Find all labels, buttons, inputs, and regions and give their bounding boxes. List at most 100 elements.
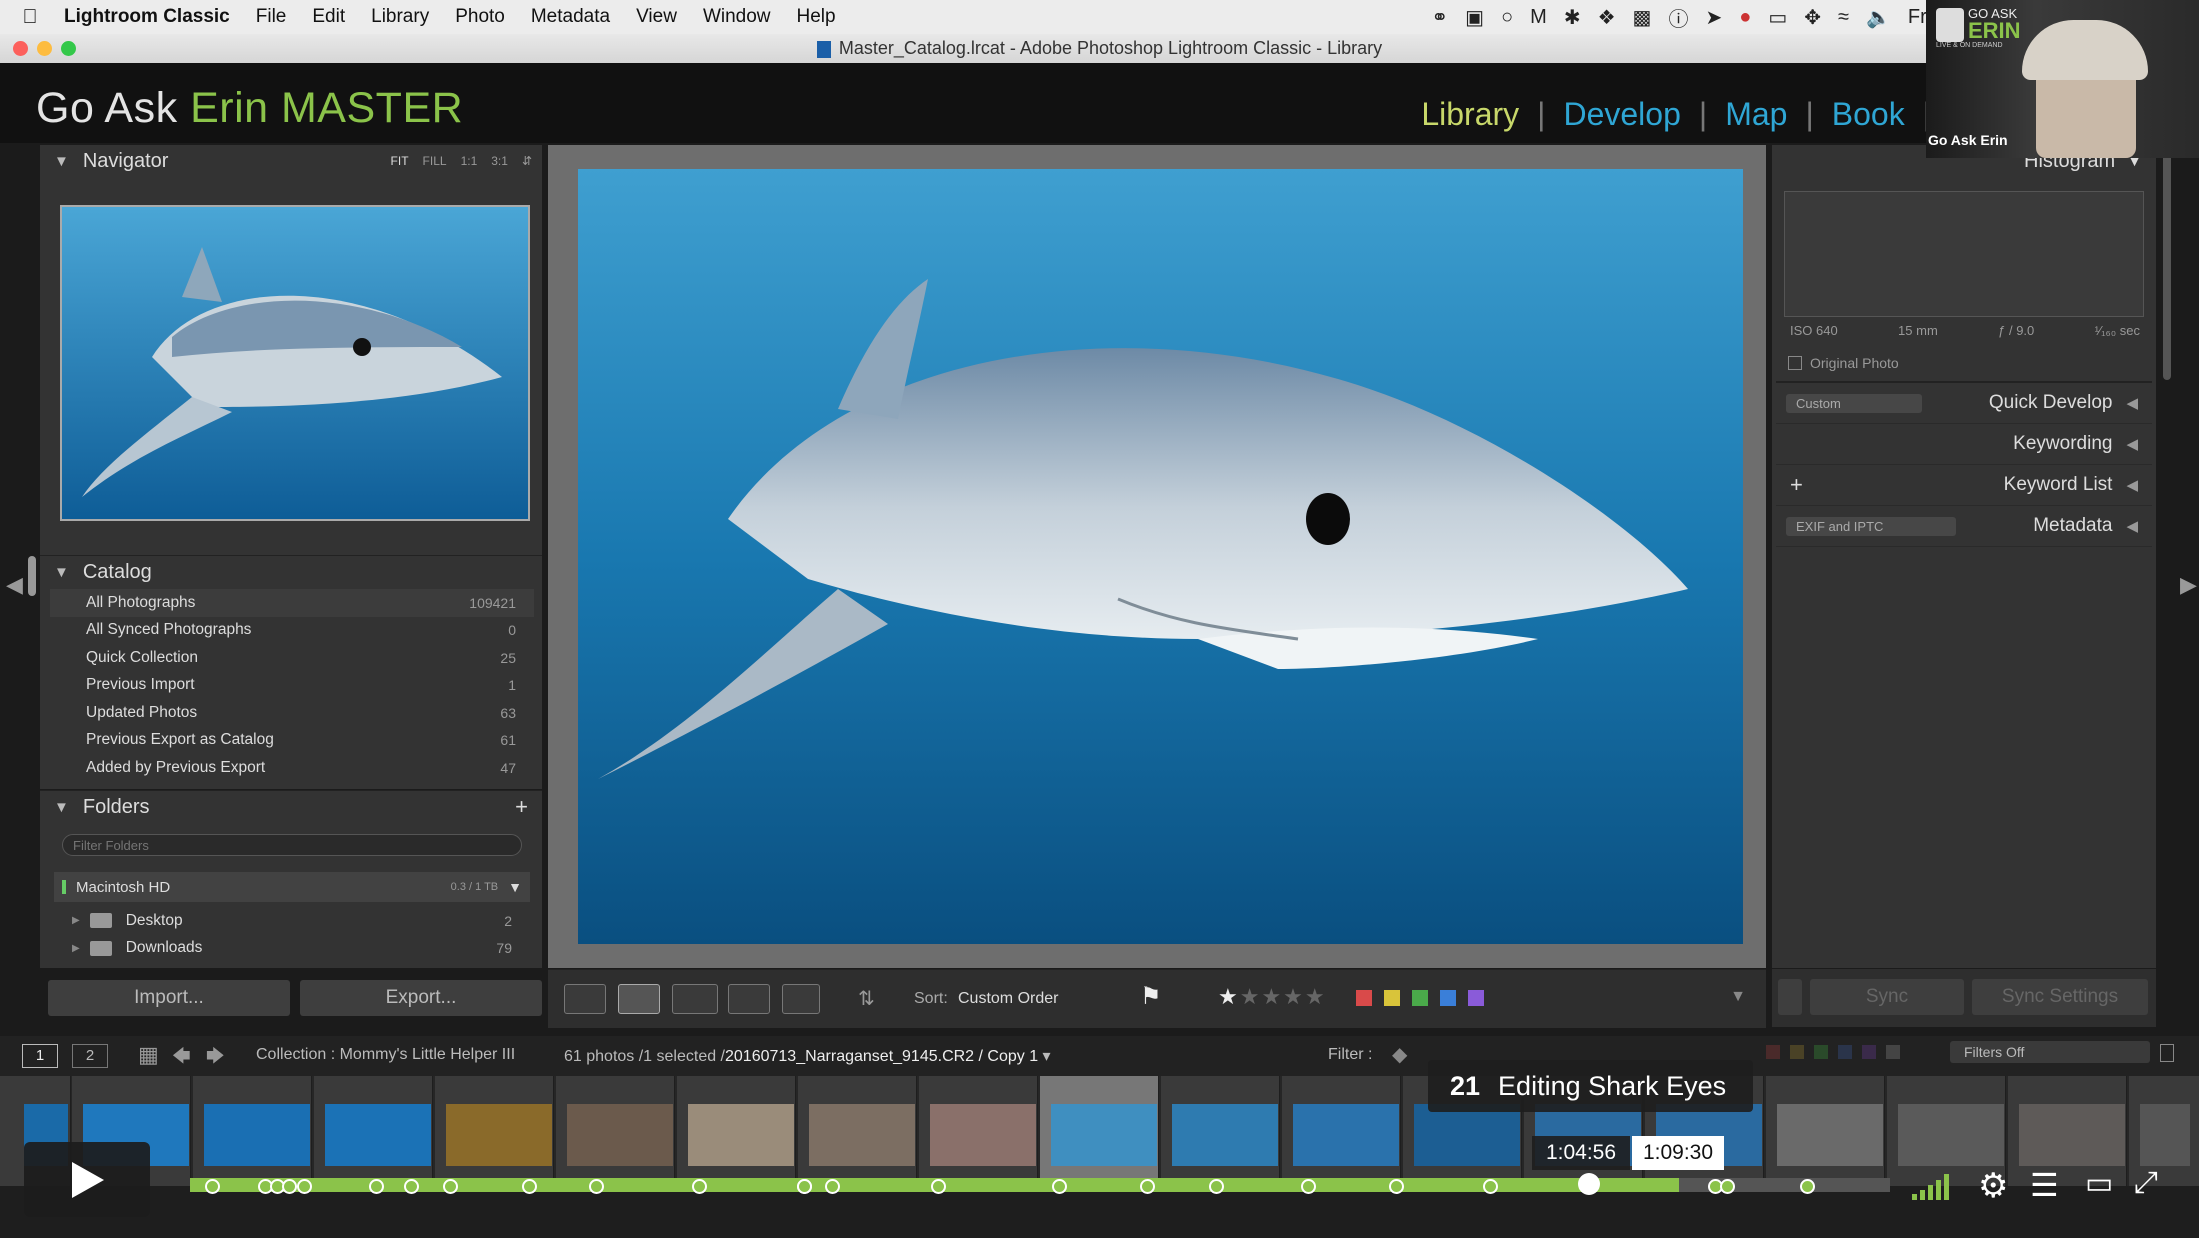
people-view-icon[interactable]	[782, 984, 820, 1014]
back-arrow-icon[interactable]: 🡄	[172, 1044, 191, 1074]
arrow-app-icon[interactable]: ➤	[1705, 5, 1722, 30]
import-button[interactable]: Import...	[48, 980, 290, 1016]
module-map[interactable]: Map	[1725, 96, 1787, 133]
catalog-row[interactable]: Updated Photos 63	[50, 699, 534, 727]
add-folder-icon[interactable]: +	[515, 794, 528, 820]
zoom-fit[interactable]: FIT	[391, 154, 409, 168]
settings-gear-icon[interactable]: ⚙	[1978, 1166, 2008, 1206]
filmstrip-thumbnail[interactable]	[435, 1076, 554, 1186]
chapter-marker[interactable]	[443, 1179, 458, 1194]
wifi-icon[interactable]: ≈	[1838, 6, 1849, 29]
primary-display-button[interactable]: 1	[22, 1044, 58, 1068]
forward-arrow-icon[interactable]: 🡆	[206, 1044, 225, 1074]
collapse-triangle-icon[interactable]: ▼	[54, 799, 69, 816]
sync-settings-button[interactable]: Sync Settings	[1972, 979, 2148, 1015]
gray-filter-icon[interactable]	[1886, 1045, 1900, 1059]
blue-label-icon[interactable]	[1440, 990, 1456, 1006]
menu-photo[interactable]: Photo	[442, 6, 518, 28]
volume-header[interactable]: Macintosh HD 0.3 / 1 TB ▼	[54, 872, 530, 902]
module-library[interactable]: Library	[1421, 96, 1519, 133]
volume-icon[interactable]: 🔈	[1866, 5, 1891, 30]
chapter-marker[interactable]	[282, 1179, 297, 1194]
grid-view-icon[interactable]	[564, 984, 606, 1014]
toolbar-menu-icon[interactable]: ▼	[1730, 988, 1746, 1006]
minimize-window-button[interactable]	[37, 41, 52, 56]
folder-row[interactable]: ▶ Downloads 79	[54, 935, 530, 963]
catalog-row[interactable]: All Photographs 109421	[50, 589, 534, 617]
catalog-row[interactable]: Quick Collection 25	[50, 644, 534, 672]
close-window-button[interactable]	[13, 41, 28, 56]
expand-triangle-icon[interactable]: ▶	[72, 915, 80, 926]
secondary-display-button[interactable]: 2	[72, 1044, 108, 1068]
survey-view-icon[interactable]	[728, 984, 770, 1014]
collapse-arrow-icon[interactable]: ◀	[2126, 517, 2138, 535]
flag-filter-icon[interactable]: ◆	[1392, 1042, 1407, 1067]
histogram-graph[interactable]	[1784, 191, 2144, 317]
collapse-arrow-icon[interactable]: ◀	[2126, 435, 2138, 453]
collapse-triangle-icon[interactable]: ▼	[54, 153, 69, 170]
filter-lock-icon[interactable]	[2160, 1044, 2174, 1062]
module-develop[interactable]: Develop	[1563, 96, 1680, 133]
yellow-label-icon[interactable]	[1384, 990, 1400, 1006]
bluetooth-icon[interactable]: ✱	[1564, 5, 1581, 30]
filmstrip-thumbnail[interactable]	[1161, 1076, 1280, 1186]
menu-app[interactable]: Lightroom Classic	[50, 6, 243, 28]
zoom-3-1[interactable]: 3:1	[491, 154, 508, 168]
playhead[interactable]	[1578, 1173, 1600, 1195]
zoom-stepper-icon[interactable]: ⇵	[522, 154, 532, 168]
chapter-marker[interactable]	[1052, 1179, 1067, 1194]
screenshot-icon[interactable]: ▩	[1633, 5, 1652, 30]
chapter-marker[interactable]	[797, 1179, 812, 1194]
filmstrip-thumbnail[interactable]	[1282, 1076, 1401, 1186]
airplay-video-icon[interactable]: ▭	[2085, 1166, 2113, 1201]
quick-develop-header[interactable]: Custom Quick Develop ◀	[1776, 383, 2152, 424]
keywording-header[interactable]: Keywording ◀	[1776, 424, 2152, 465]
menu-view[interactable]: View	[623, 6, 690, 28]
chapter-marker[interactable]	[369, 1179, 384, 1194]
export-button[interactable]: Export...	[300, 980, 542, 1016]
filmstrip-thumbnail[interactable]	[677, 1076, 796, 1186]
green-filter-icon[interactable]	[1814, 1045, 1828, 1059]
green-label-icon[interactable]	[1412, 990, 1428, 1006]
loupe-view-icon[interactable]	[618, 984, 660, 1014]
original-photo-toggle[interactable]: Original Photo	[1788, 355, 1899, 371]
catalog-row[interactable]: All Synced Photographs 0	[50, 617, 534, 645]
chapter-marker[interactable]	[825, 1179, 840, 1194]
sync-button[interactable]: Sync	[1810, 979, 1964, 1015]
metadata-preset-select[interactable]: EXIF and IPTC	[1786, 516, 1956, 536]
zoom-window-button[interactable]	[61, 41, 76, 56]
collapse-triangle-icon[interactable]: ▼	[54, 564, 69, 581]
apple-icon[interactable]: 	[10, 6, 50, 29]
flag-icon[interactable]: ⚑	[1140, 982, 1162, 1011]
loupe-view[interactable]	[548, 145, 1766, 968]
creative-cloud-icon[interactable]: ⚭	[1431, 5, 1448, 30]
catalog-row[interactable]: Previous Export as Catalog 61	[50, 727, 534, 755]
sort-direction-icon[interactable]: ⇅	[858, 986, 875, 1011]
airplay-icon[interactable]: ▭	[1768, 5, 1787, 30]
module-book[interactable]: Book	[1832, 96, 1905, 133]
red-filter-icon[interactable]	[1766, 1045, 1780, 1059]
chapter-marker[interactable]	[692, 1179, 707, 1194]
filmstrip-thumbnail[interactable]	[314, 1076, 433, 1186]
filmstrip-thumbnail[interactable]	[798, 1076, 917, 1186]
folder-row[interactable]: ▶ Desktop 2	[54, 907, 530, 935]
move-icon[interactable]: ✥	[1804, 5, 1821, 30]
grid-icon[interactable]: ▦	[138, 1042, 159, 1068]
dropbox-icon[interactable]: ❖	[1598, 5, 1616, 30]
left-panel-toggle-icon[interactable]: ◀	[6, 572, 23, 598]
menu-file[interactable]: File	[243, 6, 300, 28]
right-panel-toggle-icon[interactable]: ▶	[2180, 572, 2197, 598]
navigator-preview[interactable]	[60, 205, 530, 521]
left-panel-scrollbar[interactable]	[28, 556, 36, 596]
filter-preset-select[interactable]: Filters Off	[1950, 1041, 2150, 1063]
chapter-marker[interactable]	[1720, 1179, 1735, 1194]
catalog-row[interactable]: Previous Import 1	[50, 672, 534, 700]
window-icon[interactable]: ▣	[1465, 5, 1484, 30]
main-photo[interactable]	[578, 169, 1743, 944]
info-icon[interactable]: ⓘ	[1668, 3, 1688, 32]
chapter-marker[interactable]	[1209, 1179, 1224, 1194]
fullscreen-icon[interactable]: ⤢	[2134, 1166, 2158, 1200]
chapter-marker[interactable]	[297, 1179, 312, 1194]
expand-triangle-icon[interactable]: ▶	[72, 943, 80, 954]
purple-filter-icon[interactable]	[1862, 1045, 1876, 1059]
